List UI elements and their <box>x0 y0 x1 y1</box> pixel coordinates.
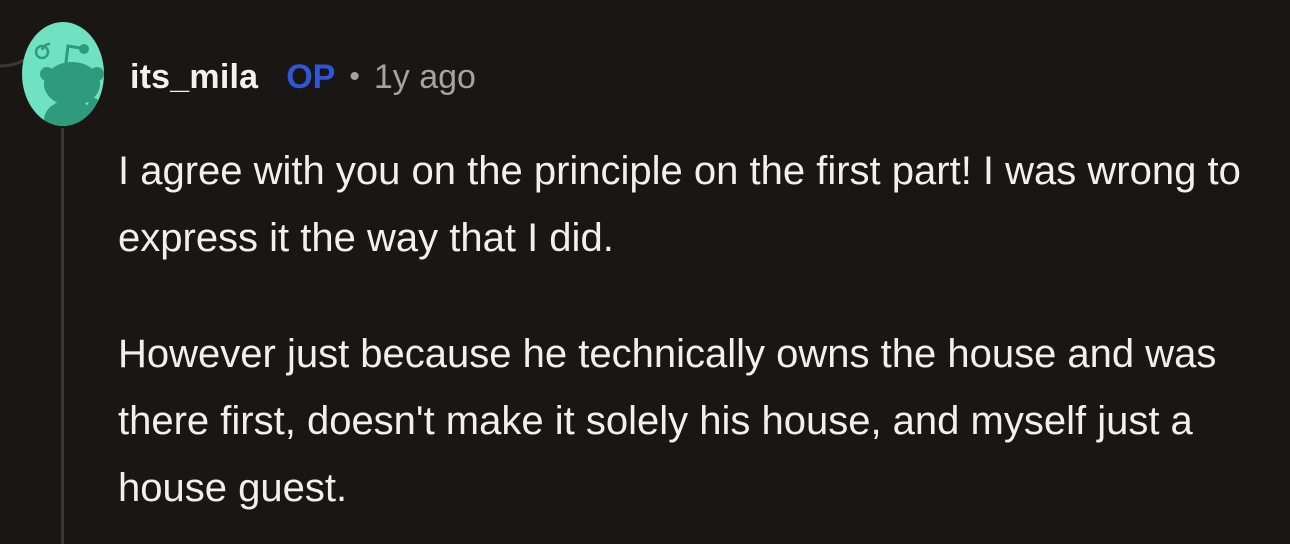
comment-paragraph-1: I agree with you on the principle on the… <box>118 149 1241 260</box>
snoo-avatar-icon[interactable] <box>22 22 104 126</box>
comment-body: I agree with you on the principle on the… <box>118 138 1268 522</box>
separator-dot: • <box>349 60 360 93</box>
comment-paragraph-2: However just because he technically owns… <box>118 332 1217 510</box>
op-badge: OP <box>286 57 336 96</box>
comment-timestamp[interactable]: 1y ago <box>374 58 476 97</box>
thread-line[interactable] <box>61 128 64 544</box>
comment-header: its_mila OP • 1y ago <box>130 52 476 102</box>
author-username[interactable]: its_mila <box>130 58 258 97</box>
